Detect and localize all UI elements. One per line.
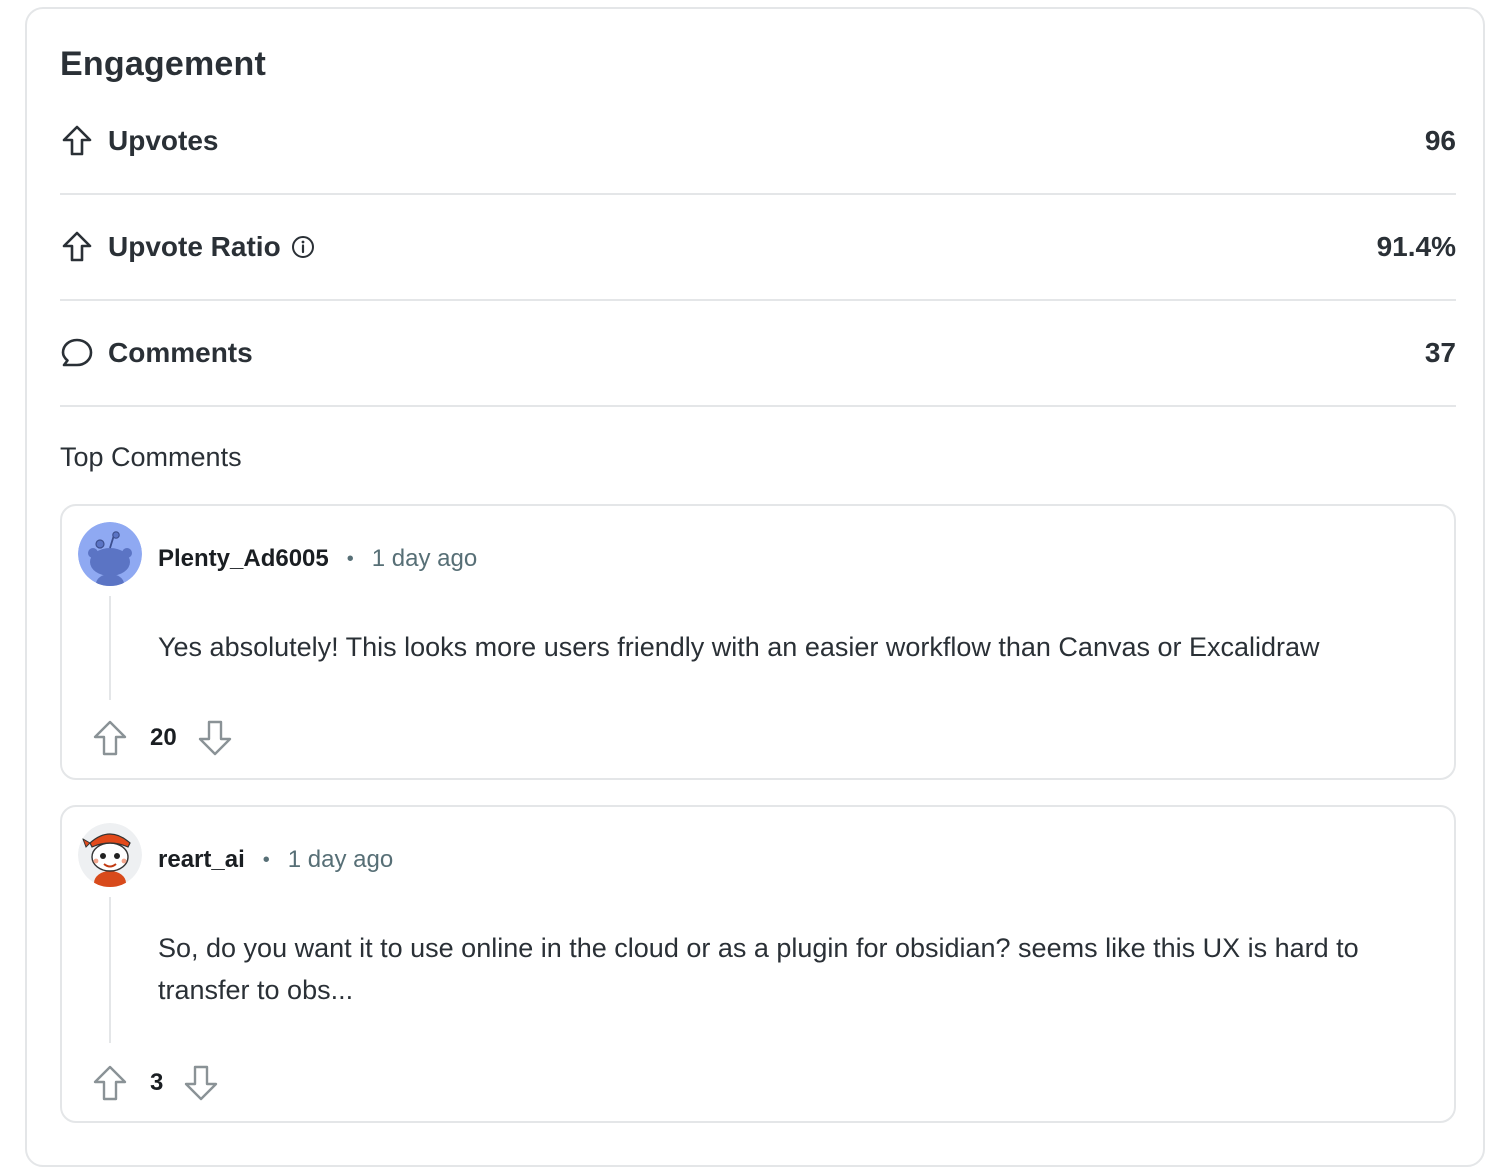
info-icon[interactable] — [291, 235, 315, 259]
divider — [60, 299, 1456, 301]
arrow-up-outline-icon — [60, 124, 94, 158]
arrow-up-outline-icon — [60, 230, 94, 264]
stat-value-comments: 37 — [1424, 337, 1456, 368]
stat-label-comments: Comments — [108, 337, 253, 368]
stat-value-upvotes: 96 — [1424, 125, 1456, 156]
comment-timestamp: 1 day ago — [371, 545, 478, 572]
top-comments-title: Top Comments — [60, 442, 242, 472]
thread-line[interactable] — [109, 897, 111, 1043]
comment-header: reart_ai • 1 day ago — [158, 843, 393, 877]
vote-bar: 3 — [90, 1061, 221, 1105]
comment-body: Yes absolutely! This looks more users fr… — [158, 632, 1320, 662]
stat-label-upvote-ratio: Upvote Ratio — [108, 231, 281, 262]
comment-header: Plenty_Ad6005 • 1 day ago — [158, 542, 477, 576]
vote-count: 3 — [150, 1069, 164, 1096]
arrow-down-outline-icon — [198, 720, 231, 756]
downvote-button[interactable] — [181, 1063, 221, 1103]
stat-row-upvote-ratio: Upvote Ratio 91.4% — [60, 217, 1456, 277]
separator-dot: • — [262, 848, 270, 871]
vote-count: 20 — [150, 724, 177, 751]
stat-value-upvote-ratio: 91.4% — [1376, 231, 1456, 262]
comment-author[interactable]: reart_ai — [158, 846, 245, 874]
custom-snoo-avatar-icon[interactable] — [78, 823, 142, 887]
separator-dot: • — [346, 547, 354, 570]
comment-card[interactable]: Plenty_Ad6005 • 1 day ago Yes absolutely… — [60, 504, 1456, 780]
comment-timestamp: 1 day ago — [287, 846, 394, 873]
arrow-down-outline-icon — [185, 1065, 218, 1101]
upvote-button[interactable] — [90, 718, 130, 758]
arrow-up-outline-icon — [93, 1065, 127, 1101]
arrow-up-outline-icon — [93, 720, 127, 756]
comment-body: So, do you want it to use online in the … — [158, 933, 1359, 1005]
vote-bar: 20 — [90, 716, 235, 760]
engagement-title: Engagement — [60, 45, 267, 83]
upvote-button[interactable] — [90, 1063, 130, 1103]
downvote-button[interactable] — [195, 718, 235, 758]
thread-line[interactable] — [109, 596, 111, 700]
divider — [60, 405, 1456, 407]
comment-bubble-icon — [60, 336, 94, 370]
comment-card[interactable]: reart_ai • 1 day ago So, do you want it … — [60, 805, 1456, 1123]
comment-author[interactable]: Plenty_Ad6005 — [158, 545, 329, 573]
default-snoo-avatar-icon[interactable] — [78, 522, 142, 586]
stat-row-upvotes: Upvotes 96 — [60, 111, 1456, 171]
stat-row-comments: Comments 37 — [60, 323, 1456, 383]
stat-label-upvotes: Upvotes — [108, 125, 219, 156]
divider — [60, 193, 1456, 195]
engagement-panel: Engagement Upvotes 96 Upvote Ratio 91.4%… — [25, 7, 1485, 1167]
